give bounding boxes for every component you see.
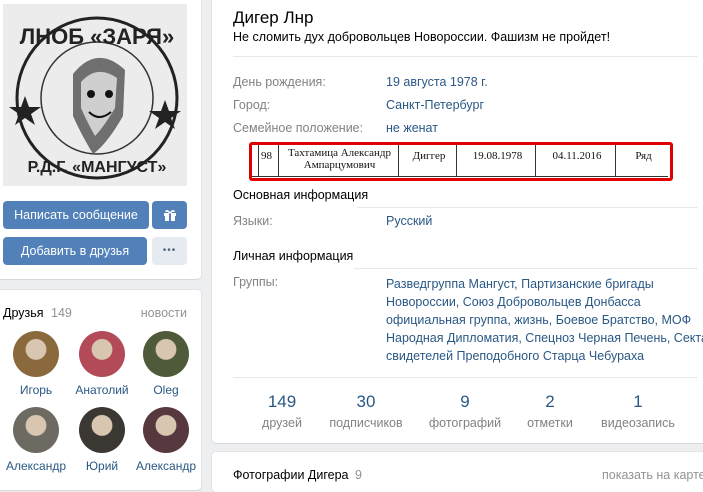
friend-name[interactable]: Александр — [3, 459, 69, 473]
stat-count: 1 — [633, 392, 643, 411]
stat-label: друзей — [262, 416, 302, 430]
friends-title: Друзья — [3, 306, 44, 320]
groups-label: Группы: — [233, 275, 279, 289]
add-friend-label: Добавить в друзья — [20, 244, 130, 258]
friend-name[interactable]: Юрий — [69, 459, 135, 473]
friends-news-link[interactable]: новости — [141, 306, 187, 320]
friend-avatar[interactable] — [143, 331, 189, 377]
gift-icon — [163, 209, 176, 221]
groups-line[interactable]: Народная Дипломатия, Спецноз Черная Пече… — [386, 329, 703, 347]
friend-name[interactable]: Александр — [133, 459, 199, 473]
personal-info-heading[interactable]: Личная информация — [233, 249, 353, 263]
birthday-value[interactable]: 19 августа 1978 г. — [386, 75, 488, 89]
groups-line[interactable]: свидетелей Преподобного Старца Чебураха — [386, 347, 703, 365]
groups-line[interactable]: официальная группа, жизнь, Боевое Братст… — [386, 311, 703, 329]
show-on-map-link[interactable]: показать на карте — [602, 468, 703, 482]
friend-name[interactable]: Oleg — [133, 383, 199, 397]
more-dots-icon: ••• — [162, 245, 177, 256]
city-label: Город: — [233, 98, 271, 112]
avatar-card: ЛНОБ «ЗАРЯ» Р.Д.Г. «МАНГУСТ» Написать со… — [0, 0, 201, 279]
stat-tags[interactable]: 2 отметки — [510, 392, 590, 430]
stat-label: отметки — [527, 416, 573, 430]
more-actions-button[interactable]: ••• — [152, 237, 187, 265]
divider — [233, 377, 698, 378]
photos-header[interactable]: Фотографии Дигера 9 — [233, 468, 362, 482]
emblem-image: ЛНОБ «ЗАРЯ» Р.Д.Г. «МАНГУСТ» — [3, 4, 187, 186]
basic-info-heading[interactable]: Основная информация — [233, 188, 368, 202]
friend-avatar[interactable] — [143, 407, 189, 453]
friend-name[interactable]: Анатолий — [69, 383, 135, 397]
divider — [357, 207, 698, 208]
friend-item[interactable]: Игорь — [3, 331, 69, 397]
stat-followers[interactable]: 30 подписчиков — [326, 392, 406, 430]
send-message-label: Написать сообщение — [14, 208, 138, 222]
friends-count: 149 — [51, 306, 72, 320]
highlight-box — [249, 142, 673, 181]
stat-label: подписчиков — [329, 416, 403, 430]
friend-item[interactable]: Юрий — [69, 407, 135, 473]
friend-avatar[interactable] — [13, 407, 59, 453]
groups-line[interactable]: Разведгруппа Мангуст, Партизанские брига… — [386, 275, 703, 293]
stat-friends[interactable]: 149 друзей — [242, 392, 322, 430]
emblem-top-text: ЛНОБ «ЗАРЯ» — [20, 24, 174, 49]
city-value[interactable]: Санкт-Петербург — [386, 98, 484, 112]
page-title: Дигер Лнр — [233, 8, 314, 27]
birthday-label: День рождения: — [233, 75, 326, 89]
stat-count: 2 — [545, 392, 555, 411]
stat-videos[interactable]: 1 видеозапись — [598, 392, 678, 430]
friends-card: Друзья 149 новости Игорь Анатолий Oleg Алек… — [0, 290, 201, 490]
send-message-button[interactable]: Написать сообщение — [3, 201, 149, 229]
profile-photo[interactable]: ЛНОБ «ЗАРЯ» Р.Д.Г. «МАНГУСТ» — [3, 4, 187, 186]
family-value[interactable]: не женат — [386, 121, 438, 135]
languages-label: Языки: — [233, 214, 273, 228]
divider — [354, 268, 698, 269]
groups-line[interactable]: Новороссии, Союз Добровольцев Донбасса — [386, 293, 703, 311]
friend-name[interactable]: Игорь — [3, 383, 69, 397]
profile-status[interactable]: Не сломить дух добровольцев Новороссии. … — [233, 30, 610, 44]
languages-value[interactable]: Русский — [386, 214, 432, 228]
photos-count: 9 — [354, 468, 362, 482]
gift-button[interactable] — [152, 201, 187, 229]
divider — [233, 56, 698, 57]
friends-header[interactable]: Друзья 149 — [3, 306, 72, 320]
friend-avatar[interactable] — [79, 331, 125, 377]
stat-label: видеозапись — [601, 416, 675, 430]
friend-item[interactable]: Александр — [133, 407, 199, 473]
emblem-bottom-text: Р.Д.Г. «МАНГУСТ» — [28, 159, 167, 176]
groups-list: Разведгруппа Мангуст, Партизанские брига… — [386, 275, 703, 365]
profile-info-card: Дигер Лнр Не сломить дух добровольцев Но… — [212, 0, 703, 443]
stat-count: 30 — [356, 392, 376, 411]
stat-label: фотографий — [428, 416, 502, 430]
stat-count: 9 — [460, 392, 470, 411]
friend-avatar[interactable] — [13, 331, 59, 377]
friend-item[interactable]: Анатолий — [69, 331, 135, 397]
photos-card: Фотографии Дигера 9 показать на карте — [212, 452, 703, 492]
friend-item[interactable]: Александр — [3, 407, 69, 473]
add-friend-button[interactable]: Добавить в друзья — [3, 237, 147, 265]
family-label: Семейное положение: — [233, 121, 364, 135]
friend-item[interactable]: Oleg — [133, 331, 199, 397]
stat-count: 149 — [267, 392, 297, 411]
friend-avatar[interactable] — [79, 407, 125, 453]
stat-photos[interactable]: 9 фотографий — [425, 392, 505, 430]
photos-title: Фотографии Дигера — [233, 468, 349, 482]
